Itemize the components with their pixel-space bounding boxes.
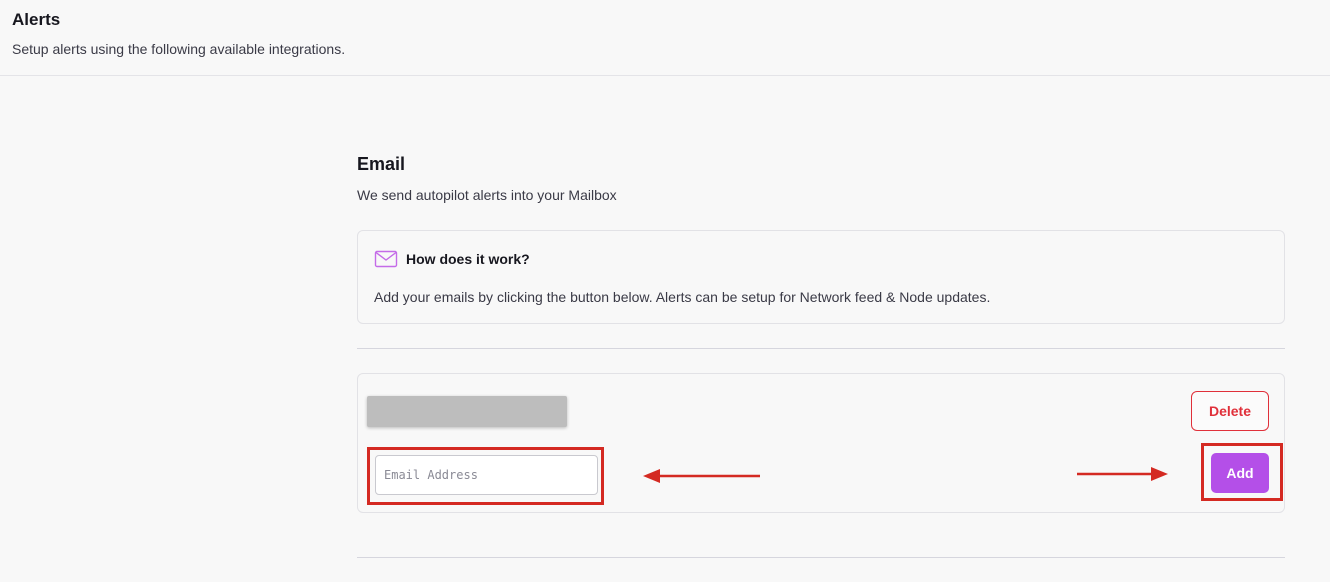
page-subtitle: Setup alerts using the following availab… [12,41,346,57]
delete-button[interactable]: Delete [1191,391,1269,431]
email-address-input[interactable] [375,455,598,495]
how-it-works-text: Add your emails by clicking the button b… [374,289,991,305]
divider [357,348,1285,349]
divider [357,557,1285,558]
how-it-works-title: How does it work? [406,251,530,267]
redacted-email [367,396,567,427]
page-header: Alerts Setup alerts using the following … [0,0,1330,76]
email-entry-card: Delete Add [357,373,1285,513]
email-section-title: Email [357,154,406,174]
email-section-subtitle: We send autopilot alerts into your Mailb… [357,187,617,203]
add-button[interactable]: Add [1211,453,1269,493]
how-it-works-card: How does it work? Add your emails by cli… [357,230,1285,324]
mail-icon [374,249,398,269]
email-input-highlight [367,447,604,505]
right-arrow-icon [1077,467,1168,481]
page-title: Alerts [12,10,61,29]
add-button-highlight: Add [1201,443,1283,501]
left-arrow-icon [643,469,760,483]
